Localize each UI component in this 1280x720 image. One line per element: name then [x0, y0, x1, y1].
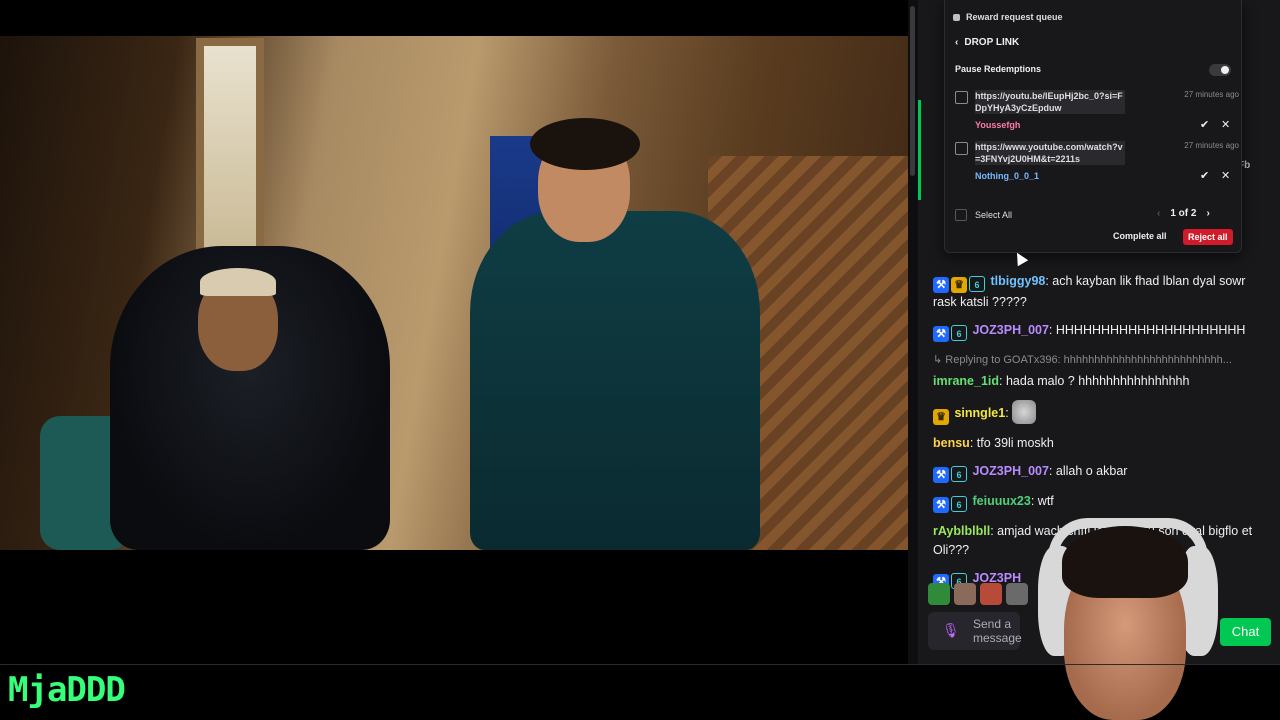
crown-badge-icon[interactable]: ♛ [933, 409, 949, 425]
request-item: https://youtu.be/lEupHj2bc_0?si=FDpYHyA3… [955, 90, 1239, 134]
close-icon[interactable]: ✕ [1221, 118, 1230, 131]
request-user[interactable]: Nothing_0_0_1 [975, 171, 1039, 181]
video-window-scene [196, 38, 264, 266]
moderator-badge-icon[interactable]: ⚒ [933, 467, 949, 483]
chat-message: ♛ sinngle1: [933, 400, 1263, 425]
request-user[interactable]: Youssefgh [975, 120, 1020, 130]
stream-video[interactable] [0, 36, 908, 550]
chat-text: : wtf [1030, 494, 1054, 508]
chat-username[interactable]: JOZ3PH_007 [972, 464, 1048, 478]
request-time: 27 minutes ago [1184, 141, 1239, 150]
sub-badge-icon[interactable]: 6 [951, 466, 967, 482]
webcam-overlay [1018, 518, 1232, 720]
microphone-icon[interactable]: 🎙 [942, 622, 960, 639]
chat-text: : tfo 39li moskh [969, 436, 1054, 450]
moderator-badge-icon[interactable]: ⚒ [933, 277, 949, 293]
chat-text: : hada malo ? hhhhhhhhhhhhhhhh [999, 374, 1190, 388]
chat-username[interactable]: sinngle1 [954, 406, 1005, 420]
video-person-standing [470, 211, 760, 550]
reply-context[interactable]: ↳ Replying to GOATx396: hhhhhhhhhhhhhhhh… [933, 351, 1263, 370]
chat-message: ⚒ 6 JOZ3PH_007: allah o akbar [933, 462, 1263, 483]
reply-text: Replying to GOATx396: hhhhhhhhhhhhhhhhhh… [945, 354, 1232, 366]
channel-logo: MjaDDD [8, 670, 126, 710]
chat-text: : [1005, 406, 1009, 420]
check-icon[interactable]: ✔ [1200, 169, 1209, 182]
chat-text: : allah o akbar [1048, 464, 1128, 478]
request-time: 27 minutes ago [1184, 90, 1239, 99]
request-url[interactable]: https://www.youtube.com/watch?v=3FNYvj2U… [975, 141, 1125, 165]
chat-message: ⚒ ♛ 6 tlbiggy98: ach kayban lik fhad lblan… [933, 272, 1263, 312]
emote-bar [928, 583, 1028, 605]
chat-message: bensu: tfo 39li moskh [933, 434, 1263, 453]
live-indicator-bar [918, 100, 921, 200]
request-url[interactable]: https://youtu.be/lEupHj2bc_0?si=FDpYHyA3… [975, 90, 1125, 114]
request-checkbox[interactable] [955, 91, 968, 104]
chat-input-placeholder: Send a message [973, 617, 1022, 645]
request-item: https://www.youtube.com/watch?v=3FNYvj2U… [955, 141, 1239, 185]
queue-icon [953, 13, 960, 21]
chat-message: ⚒ 6 JOZ3PH_007: HHHHHHHHHHHHHHHHHHHHH [933, 321, 1263, 342]
streamer-hair [1062, 526, 1188, 598]
emote-pepe-icon[interactable] [928, 583, 950, 605]
sub-badge-icon[interactable]: 6 [951, 325, 967, 341]
reward-queue-title: Reward request queue [966, 12, 1063, 22]
reward-queue-header: Reward request queue [953, 12, 1063, 22]
emote-face-icon[interactable] [980, 583, 1002, 605]
moderator-badge-icon[interactable]: ⚒ [933, 326, 949, 342]
check-icon[interactable]: ✔ [1200, 118, 1209, 131]
scrollbar-thumb[interactable] [910, 6, 915, 176]
video-person-standing-hair [530, 118, 640, 170]
chat-username[interactable]: bensu [933, 436, 970, 450]
video-scrollbar[interactable] [908, 0, 918, 664]
chat-text: : HHHHHHHHHHHHHHHHHHHHH [1048, 323, 1246, 337]
chat-input[interactable]: 🎙 Send a message [928, 612, 1022, 650]
video-person-seated-cap [200, 268, 276, 296]
cat-emote-icon[interactable] [1012, 400, 1037, 424]
reply-icon: ↳ [933, 354, 946, 366]
crown-badge-icon[interactable]: ♛ [951, 277, 967, 293]
chat-message: ↳ Replying to GOATx396: hhhhhhhhhhhhhhhh… [933, 351, 1263, 391]
chat-username[interactable]: feiuuux23 [972, 494, 1030, 508]
toggle-knob [1221, 66, 1229, 74]
chat-username[interactable]: JOZ3PH_007 [972, 323, 1048, 337]
emote-face-icon[interactable] [954, 583, 976, 605]
chat-username[interactable]: tlbiggy98 [990, 274, 1045, 288]
chat-username[interactable]: imrane_1id [933, 374, 999, 388]
divider [0, 664, 1280, 665]
close-icon[interactable]: ✕ [1221, 169, 1230, 182]
moderator-badge-icon[interactable]: ⚒ [933, 497, 949, 513]
sub-badge-icon[interactable]: 6 [969, 276, 985, 292]
chat-username[interactable]: rAyblblbll [933, 524, 990, 538]
request-checkbox[interactable] [955, 142, 968, 155]
chat-message: ⚒ 6 feiuuux23: wtf [933, 492, 1263, 513]
sub-badge-icon[interactable]: 6 [951, 496, 967, 512]
chevron-left-icon: ‹ [955, 37, 959, 48]
reward-name: DROP LINK [964, 37, 1020, 48]
pause-redemptions-toggle[interactable] [1209, 64, 1231, 76]
pause-redemptions-label: Pause Redemptions [955, 64, 1042, 74]
back-button[interactable]: ‹ DROP LINK [955, 37, 1019, 48]
